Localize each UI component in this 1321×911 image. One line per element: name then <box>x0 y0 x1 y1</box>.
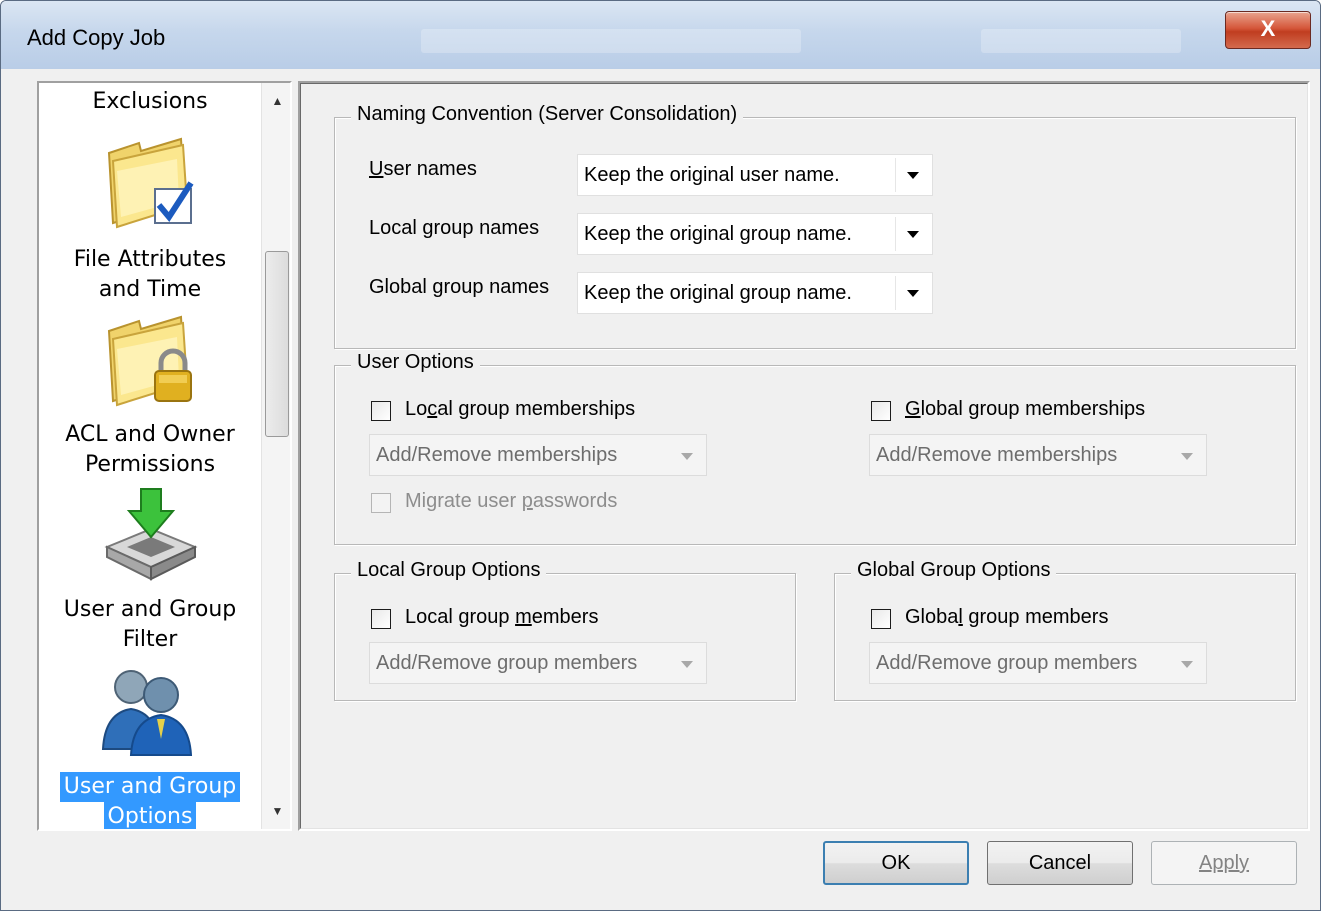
users-icon <box>101 670 193 756</box>
title-bar[interactable]: Add Copy Job X <box>1 1 1320 69</box>
nav-item-label: User and Group <box>63 597 237 622</box>
nav-item-label: and Time <box>98 277 202 302</box>
category-list-items: Exclusions File Attributes and Time ACL … <box>39 83 261 829</box>
migrate-passwords-checkbox[interactable] <box>371 493 391 513</box>
close-button[interactable]: X <box>1225 11 1311 49</box>
local-group-memberships-label[interactable]: Local group memberships <box>405 398 635 421</box>
nav-item-label: User and Group <box>59 772 241 802</box>
title-bar-glass-reflection <box>421 29 801 53</box>
local-group-memberships-checkbox[interactable] <box>371 401 391 421</box>
nav-item-label: File Attributes <box>73 247 227 272</box>
chevron-down-icon <box>681 453 693 460</box>
scroll-down-icon: ▼ <box>271 804 284 818</box>
nav-item-label: ACL and Owner <box>65 422 235 447</box>
local-group-names-label: Local group names <box>369 217 540 239</box>
nav-item-label: Options <box>103 802 197 829</box>
dialog-client-area: Exclusions File Attributes and Time ACL … <box>9 69 1314 904</box>
local-group-options-group: Local Group Options Local group members … <box>334 559 796 701</box>
local-group-names-value: Keep the original group name. <box>584 223 852 245</box>
chevron-down-icon <box>1181 453 1193 460</box>
local-group-members-checkbox[interactable] <box>371 609 391 629</box>
global-group-options-group: Global Group Options Global group member… <box>834 559 1296 701</box>
scroll-up-button[interactable]: ▲ <box>262 85 290 117</box>
cancel-button[interactable]: Cancel <box>987 841 1133 885</box>
dropdown-button <box>1170 646 1202 680</box>
dropdown-button[interactable] <box>895 158 928 192</box>
naming-convention-group: Naming Convention (Server Consolidation)… <box>334 103 1296 349</box>
nav-item-label: Filter <box>122 627 178 652</box>
local-group-members-label[interactable]: Local group members <box>405 606 598 629</box>
global-group-memberships-checkbox[interactable] <box>871 401 891 421</box>
user-options-group: User Options Local group memberships Add… <box>334 351 1296 545</box>
local-memberships-dropdown[interactable]: Add/Remove memberships <box>369 434 707 476</box>
user-names-dropdown[interactable]: Keep the original user name. <box>577 154 933 196</box>
user-names-value: Keep the original user name. <box>584 164 840 186</box>
scroll-up-icon: ▲ <box>271 94 284 108</box>
nav-item-label: Permissions <box>84 452 216 477</box>
apply-label: Apply <box>1198 852 1250 874</box>
user-options-legend: User Options <box>351 351 480 374</box>
global-group-members-dropdown[interactable]: Add/Remove group members <box>869 642 1207 684</box>
local-group-members-value: Add/Remove group members <box>376 652 638 674</box>
dropdown-button <box>670 438 702 472</box>
global-memberships-dropdown[interactable]: Add/Remove memberships <box>869 434 1207 476</box>
global-group-members-checkbox[interactable] <box>871 609 891 629</box>
migrate-passwords-label: Migrate user passwords <box>405 490 618 512</box>
dropdown-button[interactable] <box>895 217 928 251</box>
dropdown-button <box>670 646 702 680</box>
local-group-members-dropdown[interactable]: Add/Remove group members <box>369 642 707 684</box>
global-group-names-dropdown[interactable]: Keep the original group name. <box>577 272 933 314</box>
global-group-names-value: Keep the original group name. <box>584 282 852 304</box>
title-bar-glass-reflection <box>981 29 1181 53</box>
scroll-down-button[interactable]: ▼ <box>262 795 290 827</box>
nav-item-label: Exclusions <box>92 89 208 114</box>
chevron-down-icon <box>681 661 693 668</box>
close-icon: X <box>1260 16 1276 41</box>
options-panel: Naming Convention (Server Consolidation)… <box>298 81 1310 831</box>
global-group-options-legend: Global Group Options <box>851 559 1057 582</box>
folder-lock-icon <box>107 315 192 407</box>
dropdown-button <box>1170 438 1202 472</box>
scrollbar-thumb[interactable] <box>265 251 289 437</box>
global-memberships-value: Add/Remove memberships <box>876 444 1118 466</box>
local-group-options-legend: Local Group Options <box>351 559 547 582</box>
category-list: Exclusions File Attributes and Time ACL … <box>37 81 292 831</box>
chevron-down-icon <box>907 231 919 238</box>
user-names-label: User names <box>369 158 477 180</box>
global-group-names-label: Global group names <box>369 276 550 298</box>
naming-convention-legend: Naming Convention (Server Consolidation) <box>351 103 744 126</box>
nav-item-acl-permissions[interactable]: ACL and Owner Permissions <box>39 420 261 480</box>
folder-checkmark-icon <box>107 137 194 229</box>
window-title: Add Copy Job <box>27 25 166 50</box>
global-group-memberships-label[interactable]: Global group memberships <box>905 398 1145 421</box>
category-list-scrollbar[interactable]: ▲ ▼ <box>261 83 290 829</box>
chevron-down-icon <box>1181 661 1193 668</box>
filter-tray-arrow-icon <box>104 488 198 581</box>
nav-item-exclusions[interactable]: Exclusions <box>39 87 261 117</box>
nav-item-user-group-filter[interactable]: User and Group Filter <box>39 595 261 655</box>
global-group-members-label[interactable]: Global group members <box>905 606 1108 629</box>
ok-button[interactable]: OK <box>823 841 969 885</box>
dropdown-button[interactable] <box>895 276 928 310</box>
chevron-down-icon <box>907 290 919 297</box>
chevron-down-icon <box>907 172 919 179</box>
nav-item-user-group-options[interactable]: User and Group Options <box>39 772 261 829</box>
local-group-names-dropdown[interactable]: Keep the original group name. <box>577 213 933 255</box>
add-copy-job-dialog: Add Copy Job X Exclusions File Attribute… <box>0 0 1321 911</box>
apply-button[interactable]: Apply <box>1151 841 1297 885</box>
nav-item-file-attributes[interactable]: File Attributes and Time <box>39 245 261 305</box>
local-memberships-value: Add/Remove memberships <box>376 444 618 466</box>
global-group-members-value: Add/Remove group members <box>876 652 1138 674</box>
